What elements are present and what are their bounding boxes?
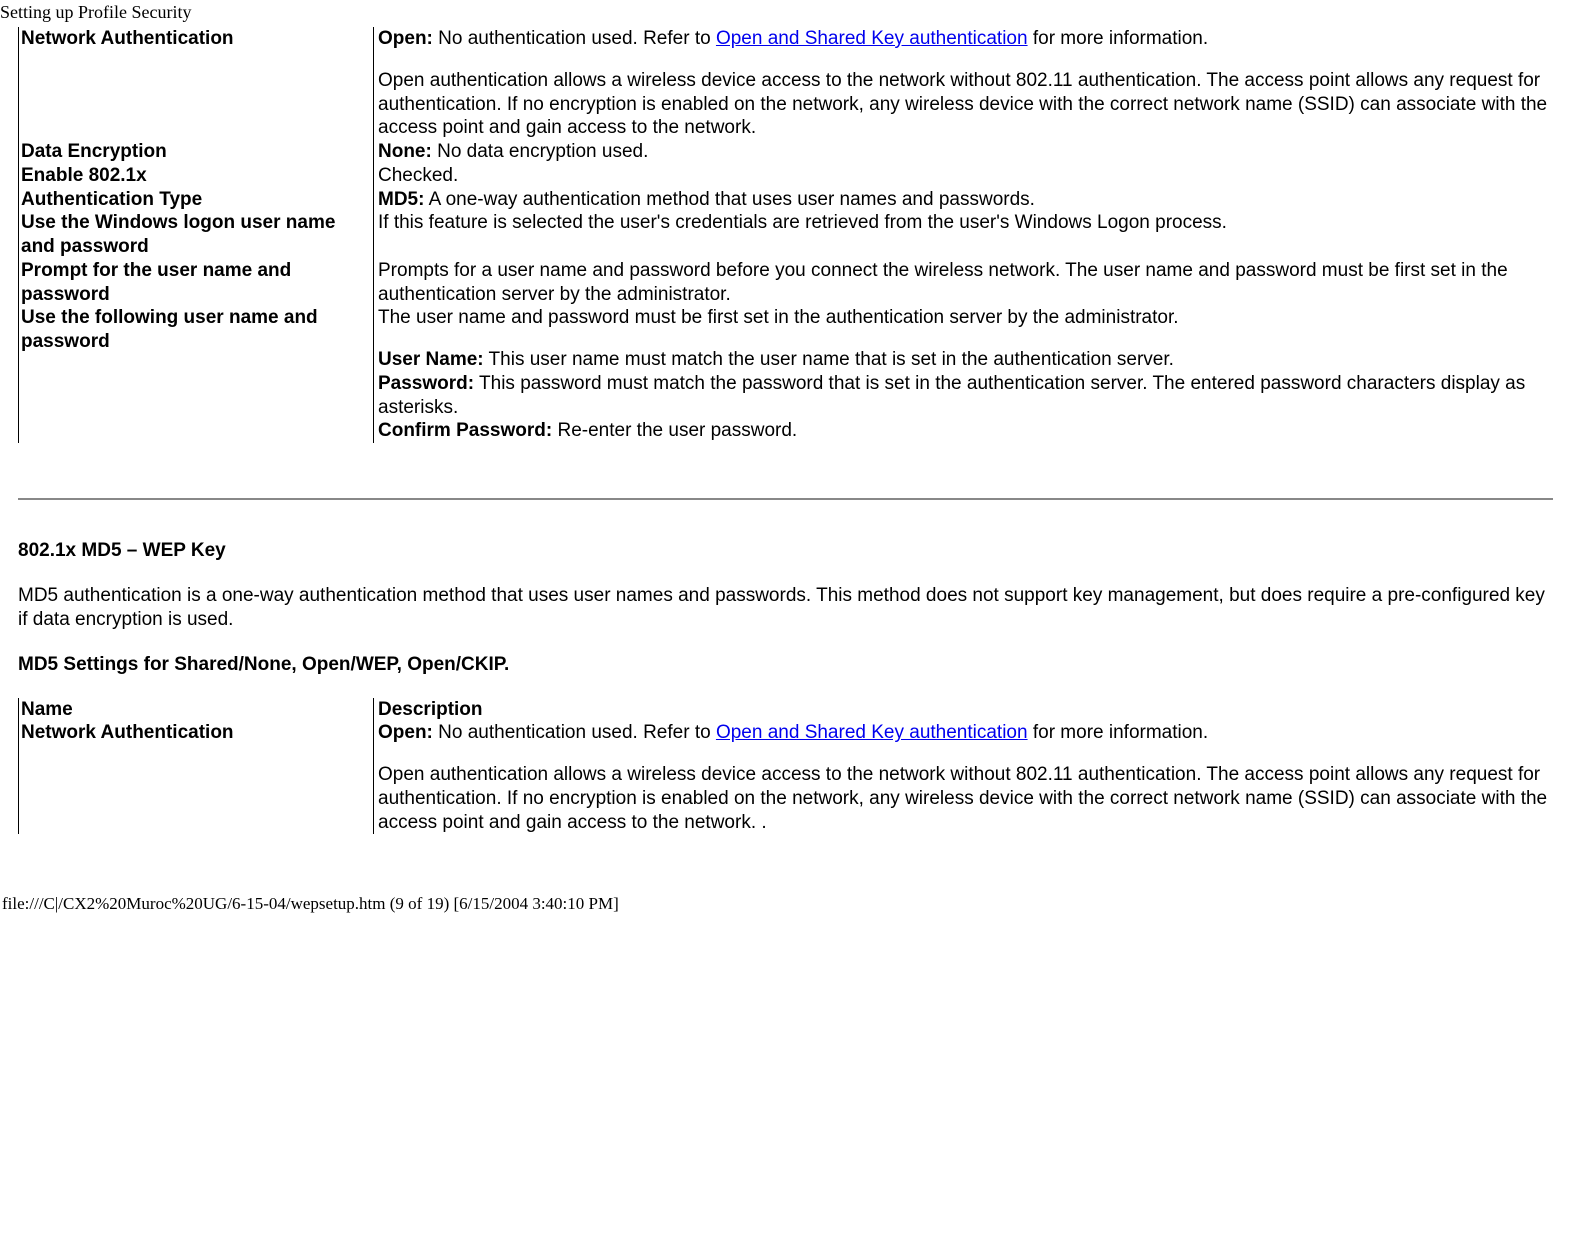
table-row: Use the following user name and password…	[19, 306, 1554, 443]
extra-line: Password: This password must match the p…	[378, 372, 1551, 420]
open-shared-key-link[interactable]: Open and Shared Key authentication	[716, 722, 1028, 743]
table-row: Authentication Type MD5: A one-way authe…	[19, 188, 1554, 212]
desc-text: No authentication used. Refer to	[433, 722, 716, 743]
row-desc: Prompts for a user name and password bef…	[374, 259, 1554, 307]
row-name: Prompt for the user name and password	[19, 259, 374, 307]
settings-table-1: Network Authentication Open: No authenti…	[18, 27, 1553, 443]
header-name: Name	[19, 698, 374, 722]
open-shared-key-link[interactable]: Open and Shared Key authentication	[716, 28, 1028, 49]
main-content: Network Authentication Open: No authenti…	[0, 27, 1571, 834]
table-row: Network Authentication Open: No authenti…	[19, 27, 1554, 140]
row-name: Data Encryption	[19, 140, 374, 164]
row-desc: Open: No authentication used. Refer to O…	[374, 721, 1554, 834]
row-name: Network Authentication	[19, 721, 374, 834]
row-name: Use the following user name and password	[19, 306, 374, 443]
extra-text: Re-enter the user password.	[552, 420, 797, 441]
row-name: Authentication Type	[19, 188, 374, 212]
desc-para2: Open authentication allows a wireless de…	[378, 764, 1547, 833]
desc-text: No data encryption used.	[432, 141, 649, 162]
settings-table-2: Name Description Network Authentication …	[18, 698, 1553, 835]
footer-path: file:///C|/CX2%20Muroc%20UG/6-15-04/weps…	[0, 894, 1571, 918]
desc-text: No authentication used. Refer to	[433, 28, 716, 49]
header-desc: Description	[374, 698, 1554, 722]
table-row: Prompt for the user name and password Pr…	[19, 259, 1554, 307]
extra-line: User Name: This user name must match the…	[378, 348, 1551, 372]
desc-text: for more information.	[1028, 28, 1209, 49]
extra-bold: User Name:	[378, 349, 484, 370]
desc-bold: MD5:	[378, 189, 424, 210]
row-desc: None: No data encryption used.	[374, 140, 1554, 164]
section-divider	[18, 498, 1553, 500]
section-subheading: MD5 Settings for Shared/None, Open/WEP, …	[18, 654, 1553, 676]
row-desc: Open: No authentication used. Refer to O…	[374, 27, 1554, 140]
row-desc: If this feature is selected the user's c…	[374, 211, 1554, 259]
table-row: Data Encryption None: No data encryption…	[19, 140, 1554, 164]
section-paragraph: MD5 authentication is a one-way authenti…	[18, 584, 1553, 632]
table-row: Enable 802.1x Checked.	[19, 164, 1554, 188]
desc-para2: Open authentication allows a wireless de…	[378, 70, 1547, 139]
extra-text: This password must match the password th…	[378, 373, 1525, 418]
row-desc: Checked.	[374, 164, 1554, 188]
row-name: Use the Windows logon user name and pass…	[19, 211, 374, 259]
desc-text: Prompts for a user name and password bef…	[378, 260, 1508, 305]
page-title: Setting up Profile Security	[0, 2, 1571, 23]
table-row: Network Authentication Open: No authenti…	[19, 721, 1554, 834]
desc-bold: Open:	[378, 28, 433, 49]
section-heading: 802.1x MD5 – WEP Key	[18, 540, 1553, 562]
extra-line: Confirm Password: Re-enter the user pass…	[378, 419, 1551, 443]
extra-bold: Password:	[378, 373, 474, 394]
row-name: Network Authentication	[19, 27, 374, 140]
desc-bold: Open:	[378, 722, 433, 743]
desc-text: for more information.	[1028, 722, 1209, 743]
extra-bold: Confirm Password:	[378, 420, 552, 441]
desc-text: Checked.	[378, 165, 458, 186]
desc-bold: None:	[378, 141, 432, 162]
extra-text: This user name must match the user name …	[484, 349, 1174, 370]
row-desc: MD5: A one-way authentication method tha…	[374, 188, 1554, 212]
desc-text: The user name and password must be first…	[378, 307, 1179, 328]
table-header-row: Name Description	[19, 698, 1554, 722]
desc-text: A one-way authentication method that use…	[424, 189, 1034, 210]
desc-text: If this feature is selected the user's c…	[378, 212, 1227, 233]
table-row: Use the Windows logon user name and pass…	[19, 211, 1554, 259]
row-desc: The user name and password must be first…	[374, 306, 1554, 443]
row-name: Enable 802.1x	[19, 164, 374, 188]
